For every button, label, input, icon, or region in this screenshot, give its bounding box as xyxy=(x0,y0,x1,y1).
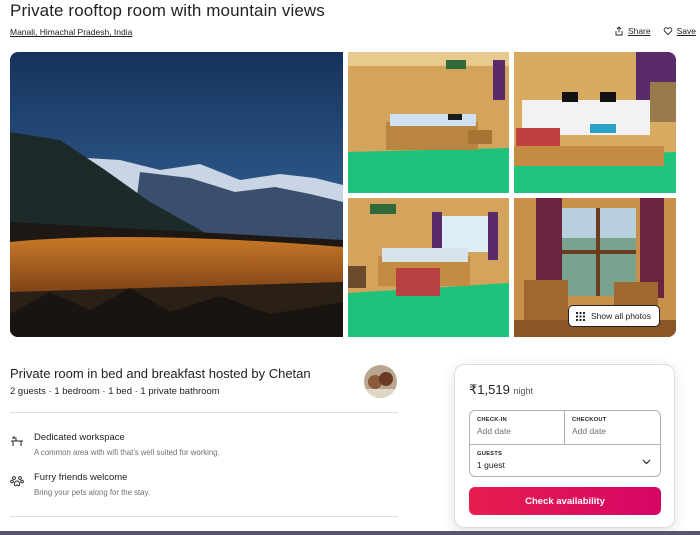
share-button[interactable]: Share xyxy=(614,26,651,36)
feature-title: Furry friends welcome xyxy=(34,472,128,483)
room-photo-4[interactable]: Show all photos xyxy=(514,198,676,337)
divider xyxy=(10,412,398,413)
show-all-photos-button[interactable]: Show all photos xyxy=(567,305,660,327)
host-avatar[interactable] xyxy=(364,365,397,398)
room-photo-2[interactable] xyxy=(514,52,676,193)
photo-gallery: Show all photos xyxy=(10,52,676,337)
check-availability-button[interactable]: Check availability xyxy=(469,487,661,515)
guests-label: GUESTS xyxy=(477,451,503,457)
checkin-label: CHECK-IN xyxy=(477,417,507,423)
paw-icon xyxy=(10,476,24,487)
feature-desc: Bring your pets along for the stay. xyxy=(34,488,151,497)
divider xyxy=(10,516,398,517)
location-link[interactable]: Manali, Himachal Pradesh, India xyxy=(10,27,132,37)
share-label: Share xyxy=(627,26,651,36)
valley-night-photo xyxy=(10,52,343,337)
guests-value: 1 guest xyxy=(477,460,505,470)
checkin-field[interactable]: CHECK-IN Add date xyxy=(470,411,565,444)
bed-photo xyxy=(514,52,676,193)
feature-title: Dedicated workspace xyxy=(34,432,125,443)
price-unit: night xyxy=(513,386,533,396)
checkout-field[interactable]: CHECKOUT Add date xyxy=(565,411,662,444)
listing-summary: 2 guests · 1 bedroom · 1 bed · 1 private… xyxy=(10,386,220,397)
window-bottom-edge xyxy=(0,531,700,535)
price: ₹1,519 night xyxy=(469,382,533,398)
checkin-value: Add date xyxy=(477,426,512,436)
checkout-label: CHECKOUT xyxy=(572,417,607,423)
host-title: Private room in bed and breakfast hosted… xyxy=(10,366,311,381)
room-window-photo xyxy=(348,198,509,337)
feature-pets: Furry friends welcome Bring your pets al… xyxy=(10,472,150,497)
guests-select[interactable]: GUESTS 1 guest xyxy=(470,444,660,477)
save-label: Save xyxy=(676,26,696,36)
feature-desc: A common area with wifi that’s well suit… xyxy=(34,448,220,457)
room-photo-1[interactable] xyxy=(348,52,509,193)
checkout-value: Add date xyxy=(572,426,607,436)
wooden-room-photo xyxy=(348,52,509,193)
share-icon xyxy=(615,26,623,36)
price-amount: ₹1,519 xyxy=(469,382,510,397)
save-button[interactable]: Save xyxy=(663,26,696,36)
booking-inputs: CHECK-IN Add date CHECKOUT Add date GUES… xyxy=(469,410,661,477)
workspace-icon xyxy=(11,436,23,446)
grid-icon xyxy=(575,311,585,321)
main-photo[interactable] xyxy=(10,52,343,337)
page-title: Private rooftop room with mountain views xyxy=(10,1,325,20)
heart-icon xyxy=(663,27,672,36)
feature-workspace: Dedicated workspace A common area with w… xyxy=(10,432,220,457)
top-actions: Share Save xyxy=(614,26,696,36)
show-all-photos-label: Show all photos xyxy=(590,311,651,321)
chevron-down-icon xyxy=(642,459,651,465)
booking-card: ₹1,519 night CHECK-IN Add date CHECKOUT … xyxy=(454,364,675,528)
room-photo-3[interactable] xyxy=(348,198,509,337)
host-avatar-image xyxy=(364,365,397,398)
